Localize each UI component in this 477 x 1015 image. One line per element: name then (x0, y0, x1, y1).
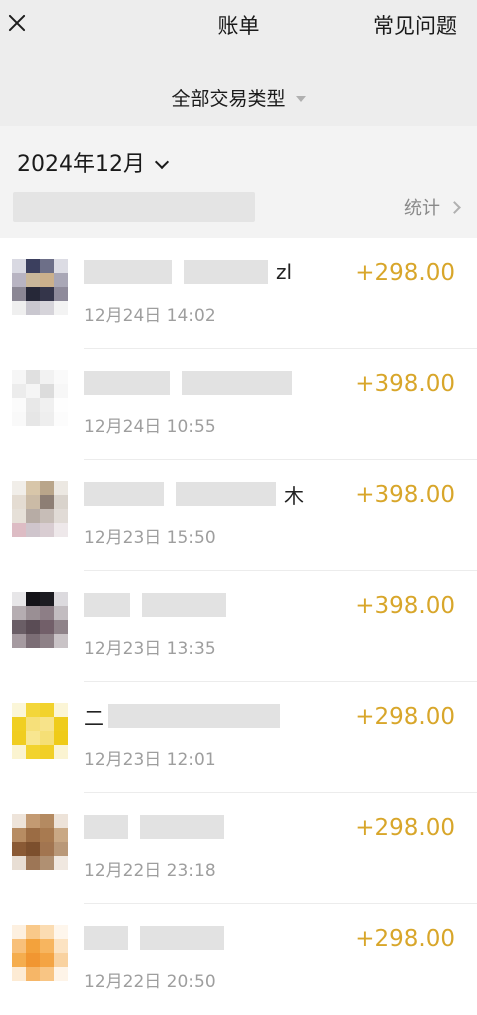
month-selector[interactable]: 2024年12月 (17, 146, 170, 178)
stats-label: 统计 (404, 198, 440, 219)
transaction-item[interactable]: 12月22日 20:50 +298.00 (0, 904, 477, 1015)
blurred-name-part (176, 482, 276, 506)
month-label: 2024年12月 (17, 152, 145, 177)
transaction-time: 12月23日 12:01 (84, 750, 216, 770)
transaction-name: 木 (84, 481, 304, 508)
summary-blurred (13, 192, 255, 222)
chevron-down-icon (154, 154, 170, 170)
transaction-amount: +298.00 (355, 926, 455, 952)
blurred-name-part (84, 926, 128, 950)
transaction-name (84, 814, 232, 840)
avatar (12, 370, 68, 426)
blurred-name-part (184, 260, 268, 284)
transaction-item[interactable]: 木 12月23日 15:50 +398.00 (0, 460, 477, 571)
blurred-name-part (84, 371, 170, 395)
transaction-list: zl 12月24日 14:02 +298.00 12月24日 10:55 +39… (0, 238, 477, 1015)
transaction-time: 12月23日 15:50 (84, 528, 216, 548)
blurred-name-part (84, 482, 164, 506)
avatar (12, 259, 68, 315)
blurred-name-part (182, 371, 292, 395)
avatar (12, 481, 68, 537)
blurred-name-part (140, 815, 224, 839)
transaction-item[interactable]: 12月23日 13:35 +398.00 (0, 571, 477, 682)
top-bar: 账单 常见问题 (0, 0, 477, 68)
filter-label: 全部交易类型 (171, 87, 286, 110)
month-header: 2024年12月 统计 (0, 126, 477, 238)
transaction-item[interactable]: 12月22日 23:18 +298.00 (0, 793, 477, 904)
transaction-item[interactable]: 二 12月23日 12:01 +298.00 (0, 682, 477, 793)
transaction-amount: +298.00 (355, 704, 455, 730)
transaction-time: 12月23日 13:35 (84, 639, 216, 659)
transaction-amount: +298.00 (355, 815, 455, 841)
avatar (12, 814, 68, 870)
transaction-name (84, 925, 232, 951)
transaction-item[interactable]: 12月24日 10:55 +398.00 (0, 349, 477, 460)
blurred-name-part (84, 260, 172, 284)
transaction-name (84, 592, 234, 618)
transaction-amount: +398.00 (355, 593, 455, 619)
transaction-time: 12月24日 10:55 (84, 417, 216, 437)
avatar (12, 925, 68, 981)
caret-down-icon (295, 96, 306, 102)
blurred-name-part (140, 926, 224, 950)
avatar (12, 703, 68, 759)
blurred-name-part (84, 593, 130, 617)
blurred-name-part (142, 593, 226, 617)
transaction-name (84, 370, 300, 396)
stats-link[interactable]: 统计 (404, 194, 461, 220)
blurred-name-part (108, 704, 280, 728)
transaction-time: 12月24日 14:02 (84, 306, 216, 326)
name-prefix: 二 (84, 705, 104, 730)
chevron-right-icon (448, 201, 461, 214)
transaction-amount: +298.00 (355, 260, 455, 286)
transaction-name: zl (84, 259, 292, 285)
transaction-type-filter[interactable]: 全部交易类型 (0, 68, 477, 126)
transaction-time: 12月22日 20:50 (84, 972, 216, 992)
name-suffix: zl (276, 260, 293, 284)
transaction-name: 二 (84, 703, 288, 730)
transaction-time: 12月22日 23:18 (84, 861, 216, 881)
name-suffix: 木 (284, 483, 304, 508)
transaction-amount: +398.00 (355, 371, 455, 397)
avatar (12, 592, 68, 648)
transaction-item[interactable]: zl 12月24日 14:02 +298.00 (0, 238, 477, 349)
faq-link[interactable]: 常见问题 (373, 10, 457, 40)
blurred-name-part (84, 815, 128, 839)
transaction-amount: +398.00 (355, 482, 455, 508)
